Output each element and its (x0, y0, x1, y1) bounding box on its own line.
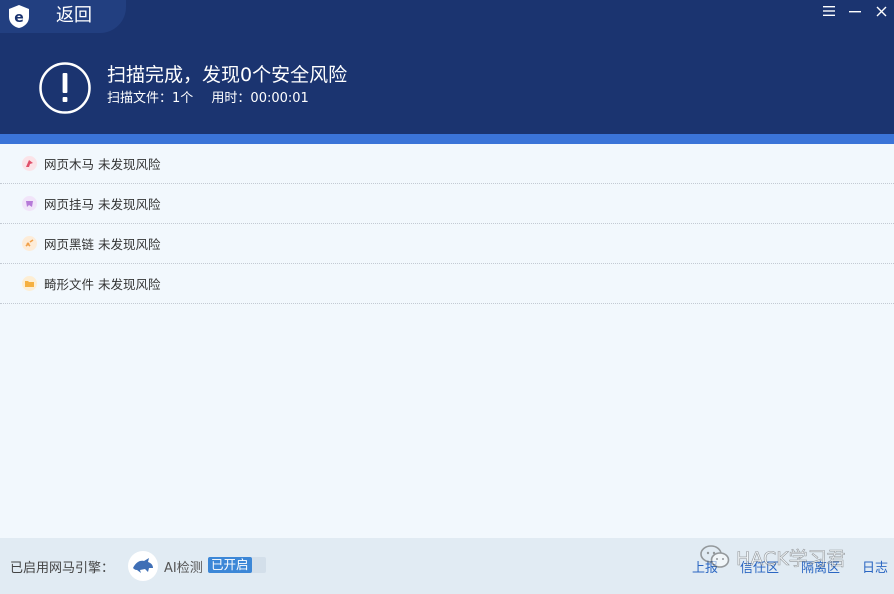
report-link[interactable]: 上报 (692, 557, 718, 576)
log-link[interactable]: 日志 (862, 557, 888, 576)
ai-engine-icon (128, 551, 158, 581)
elapsed-time: 用时：00:00:01 (211, 91, 309, 106)
malformed-file-icon (22, 276, 37, 291)
quarantine-link[interactable]: 隔离区 (801, 557, 840, 576)
ai-detection-toggle[interactable]: 已开启 (208, 557, 266, 573)
item-name: 网页黑链 (44, 237, 95, 252)
menu-button[interactable] (816, 0, 842, 22)
minimize-icon (849, 11, 861, 13)
close-icon (876, 6, 886, 16)
engine-label: 已启用网马引擎： (10, 561, 115, 576)
ai-detection-label: AI检测 (164, 561, 203, 576)
scan-summary: 扫描文件：1个 用时：00:00:01 (107, 90, 323, 108)
back-label: 返回 (56, 5, 92, 26)
list-item: 网页木马 未发现风险 (0, 144, 894, 184)
item-status: 未发现风险 (98, 157, 161, 172)
item-name: 网页木马 (44, 157, 95, 172)
trojan-icon (22, 156, 37, 171)
trust-zone-link[interactable]: 信任区 (740, 557, 779, 576)
ai-status-text: 已开启 (208, 557, 252, 573)
item-name: 网页挂马 (44, 197, 95, 212)
result-list: 网页木马 未发现风险 网页挂马 未发现风险 网页黑链 未发现风险 畸形文件 未发现风险 (0, 144, 894, 304)
list-item: 网页挂马 未发现风险 (0, 184, 894, 224)
alert-icon (39, 62, 91, 114)
footer: 已启用网马引擎： AI检测 已开启 上报 信任区 隔离区 日志 (0, 538, 894, 594)
app-logo-icon: e (9, 5, 29, 28)
footer-links: 上报 信任区 隔离区 日志 (670, 557, 888, 576)
item-status: 未发现风险 (98, 277, 161, 292)
svg-text:e: e (14, 10, 24, 26)
menu-icon (823, 6, 835, 16)
close-button[interactable] (868, 0, 894, 22)
back-button[interactable]: e 返回 (0, 0, 126, 33)
scanned-files-count: 扫描文件：1个 (107, 91, 194, 106)
item-status: 未发现风险 (98, 197, 161, 212)
web-hang-icon (22, 196, 37, 211)
item-name: 畸形文件 (44, 277, 95, 292)
scan-result-title: 扫描完成，发现0个安全风险 (107, 64, 348, 86)
accent-bar (0, 134, 894, 144)
list-item: 畸形文件 未发现风险 (0, 264, 894, 304)
black-link-icon (22, 236, 37, 251)
minimize-button[interactable] (842, 0, 868, 22)
window-controls (816, 0, 894, 22)
header: e 返回 扫描完成，发现0个安全风险 扫描文件：1个 用时：00:00:01 (0, 0, 894, 134)
item-status: 未发现风险 (98, 237, 161, 252)
list-item: 网页黑链 未发现风险 (0, 224, 894, 264)
